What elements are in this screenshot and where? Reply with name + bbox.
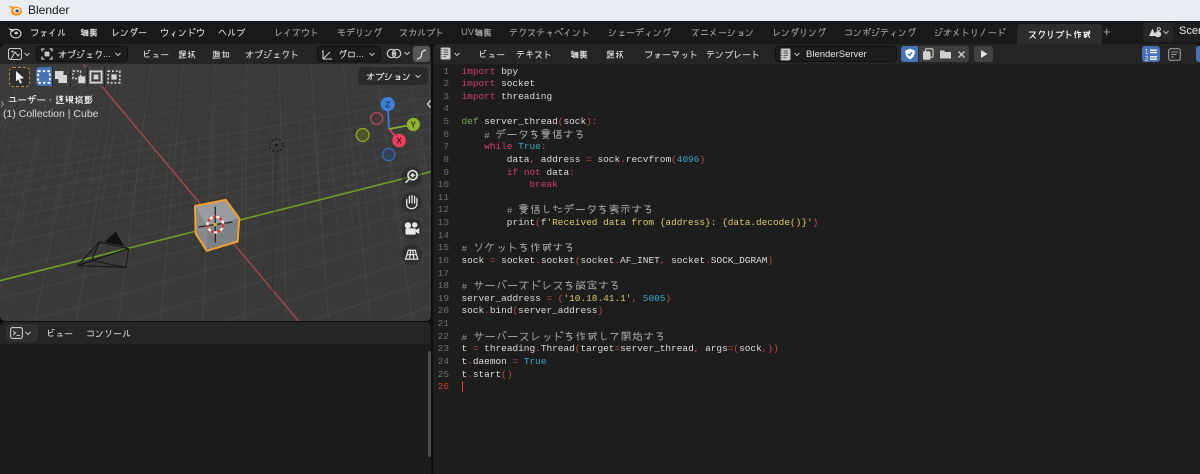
svg-text:1: 1 [1145,49,1149,55]
svg-text:X: X [396,136,402,146]
svg-text:Y: Y [410,120,416,130]
svg-text:2: 2 [1145,56,1149,61]
svg-text:Z: Z [385,99,390,109]
